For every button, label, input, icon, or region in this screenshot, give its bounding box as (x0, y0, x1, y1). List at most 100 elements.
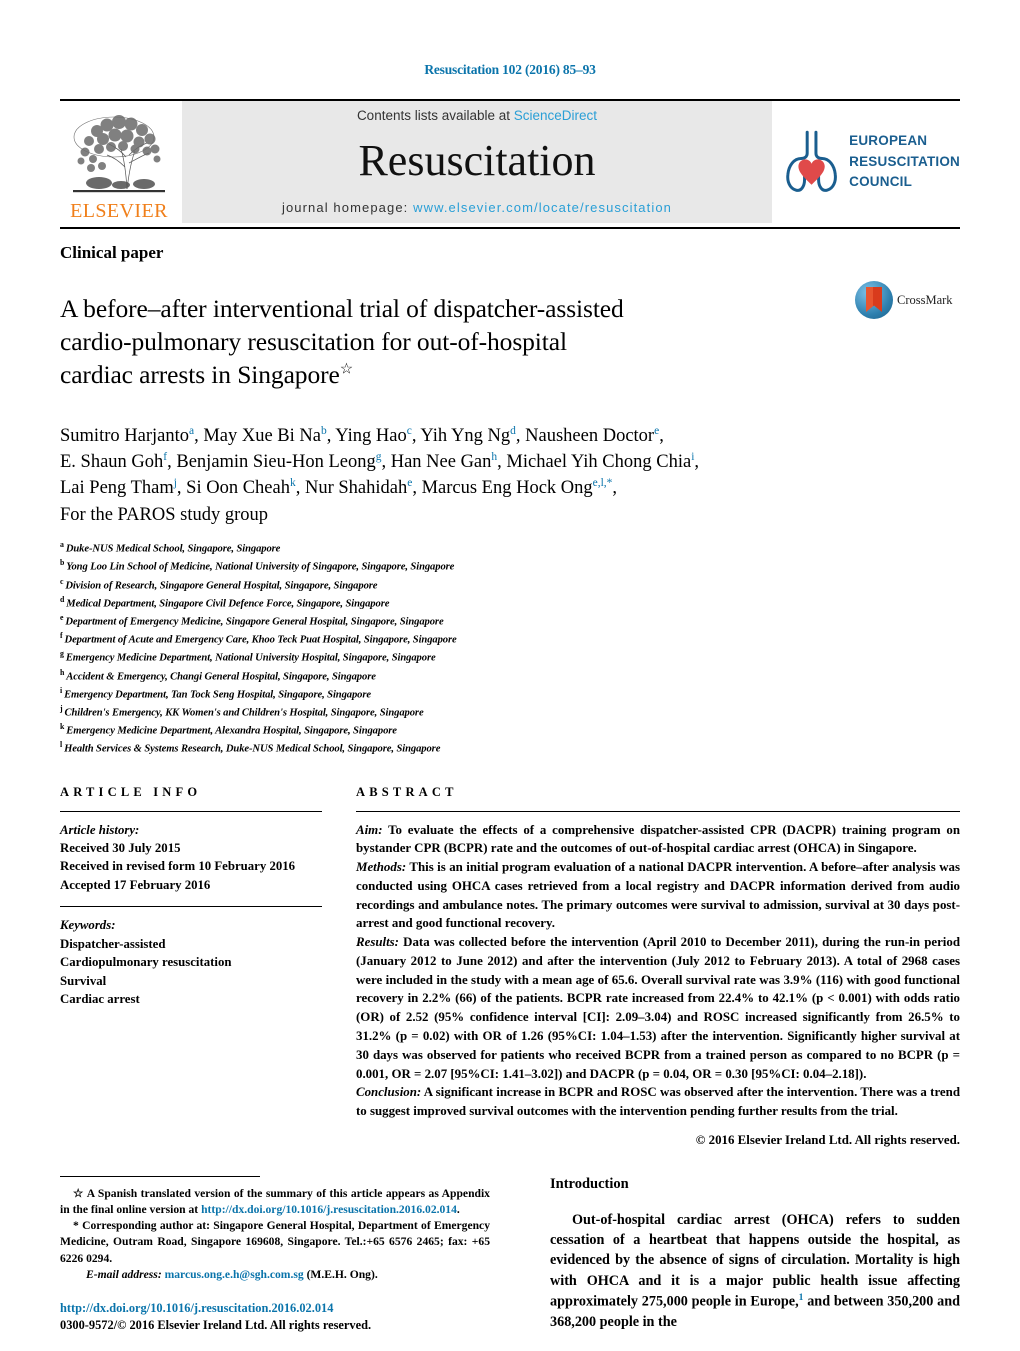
footnote-star-symbol: ☆ (73, 1186, 84, 1200)
title-footnote-star[interactable]: ☆ (340, 362, 353, 378)
affiliation-list: a Duke-NUS Medical School, Singapore, Sin… (60, 539, 960, 757)
keyword-item: Cardiopulmonary resuscitation (60, 955, 232, 970)
footnote-spanish-version: ☆ A Spanish translated version of the su… (60, 1186, 490, 1218)
author-name[interactable]: Han Nee Gan (391, 452, 492, 472)
email-address-link[interactable]: marcus.ong.e.h@sgh.com.sg (165, 1268, 304, 1281)
author-name[interactable]: Marcus Eng Hock Ong (422, 479, 593, 499)
footnote-star-text-2: . (456, 1203, 460, 1217)
issn-copyright-line: 0300-9572/© 2016 Elsevier Ireland Ltd. A… (60, 1318, 372, 1333)
running-head: Resuscitation 102 (2016) 85–93 (424, 62, 596, 77)
journal-masthead: ELSEVIER Contents lists available at Sci… (60, 101, 960, 223)
keyword-item: Dispatcher-assisted (60, 936, 166, 951)
elsevier-wordmark: ELSEVIER (70, 200, 168, 222)
erc-line-3: COUNCIL (849, 174, 913, 190)
article-info-heading: ARTICLE INFO (60, 784, 202, 799)
title-line-1: A before–after interventional trial of d… (60, 294, 624, 324)
author-affil-mark: e (654, 424, 660, 437)
affiliation-item: i Emergency Department, Tan Tock Seng Hos… (60, 685, 960, 703)
erc-logo: EUROPEAN RESUSCITATION COUNCIL (780, 101, 960, 223)
info-abstract-section: ARTICLE INFO Article history: Received 3… (60, 785, 960, 1148)
article-doi-link[interactable]: http://dx.doi.org/10.1016/j.resuscitatio… (60, 1300, 490, 1317)
article-history-label: Article history: (60, 822, 140, 837)
article-info-rule (60, 810, 322, 812)
author-affil-mark: d (510, 424, 516, 437)
affiliation-text: Duke-NUS Medical School, Singapore, Sing… (65, 543, 281, 555)
abstract-aim-label: Aim: (356, 822, 383, 837)
author-affil-mark: e,l,* (592, 477, 613, 490)
footnote-email: E-mail address: marcus.ong.e.h@sgh.com.s… (60, 1267, 490, 1283)
sciencedirect-link[interactable]: ScienceDirect (514, 108, 597, 123)
affiliation-text: Medical Department, Singapore Civil Defe… (66, 598, 390, 610)
abstract-conclusion-label: Conclusion: (356, 1085, 422, 1100)
affiliation-mark: j (60, 703, 63, 713)
affiliation-mark: g (60, 649, 64, 659)
affiliation-mark: k (60, 722, 65, 732)
abstract-conclusion-text: A significant increase in BCPR and ROSC … (356, 1085, 960, 1119)
footnote-appendix-link[interactable]: http://dx.doi.org/10.1016/j.resuscitatio… (201, 1203, 457, 1216)
author-line-3: Lai Peng Thamj, Si Oon Cheahk, Nur Shahi… (60, 477, 618, 499)
affiliation-item: e Department of Emergency Medicine, Singa… (60, 612, 960, 630)
crossmark-icon (855, 281, 893, 319)
author-name[interactable]: Benjamin Sieu-Hon Leong (176, 452, 375, 472)
affiliation-mark: d (60, 594, 65, 604)
abstract-rule (356, 810, 960, 812)
affiliation-item: k Emergency Medicine Department, Alexandr… (60, 721, 960, 739)
affiliation-text: Emergency Department, Tan Tock Seng Hosp… (64, 689, 372, 701)
author-affil-mark: b (320, 424, 327, 437)
affiliation-mark: l (60, 740, 63, 750)
abstract-body: Aim: To evaluate the effects of a compre… (356, 821, 960, 1121)
affiliation-item: g Emergency Medicine Department, National… (60, 648, 960, 666)
crossmark-badge[interactable]: CrossMark (855, 281, 960, 319)
affiliation-text: Children's Emergency, KK Women's and Chi… (64, 707, 424, 719)
page-title: A before–after interventional trial of d… (60, 292, 855, 391)
abstract-methods-text: This is an initial program evaluation of… (356, 860, 960, 931)
author-name[interactable]: E. Shaun Goh (60, 452, 163, 472)
affiliation-item: h Accident & Emergency, Changi General Ho… (60, 667, 960, 685)
footnotes-block: ☆ A Spanish translated version of the su… (60, 1186, 490, 1283)
author-name[interactable]: Nur Shahidah (305, 479, 407, 499)
author-name[interactable]: Ying Hao (335, 426, 406, 446)
author-name[interactable]: Yih Yng Ng (420, 426, 510, 446)
affiliation-item: j Children's Emergency, KK Women's and Ch… (60, 703, 960, 721)
author-line-1: Sumitro Harjantoa, May Xue Bi Nab, Ying … (60, 424, 664, 446)
author-affil-mark: h (491, 451, 498, 463)
journal-homepage-line: journal homepage: www.elsevier.com/locat… (282, 200, 672, 215)
affiliation-item: f Department of Acute and Emergency Care,… (60, 630, 960, 648)
contents-lists-line: Contents lists available at ScienceDirec… (357, 108, 597, 123)
title-row: A before–after interventional trial of d… (60, 275, 960, 409)
email-address-label: E-mail address: (86, 1267, 162, 1281)
affiliation-mark: b (60, 558, 65, 568)
author-name[interactable]: Si Oon Cheah (186, 479, 290, 499)
lungs-heart-icon (786, 130, 837, 192)
email-owner: (M.E.H. Ong). (303, 1267, 378, 1281)
affiliation-item: b Yong Loo Lin School of Medicine, Nation… (60, 557, 960, 575)
author-name[interactable]: Sumitro Harjanto (60, 426, 189, 446)
elsevier-tree-icon (69, 111, 169, 199)
affiliation-mark: f (60, 631, 63, 641)
erc-wordmark: EUROPEAN RESUSCITATION COUNCIL (849, 131, 960, 194)
author-list: Sumitro Harjantoa, May Xue Bi Nab, Ying … (60, 423, 960, 529)
abstract-results-text: Data was collected before the interventi… (356, 935, 960, 1081)
author-name[interactable]: Michael Yih Chong Chia (506, 452, 691, 472)
history-received: Received 30 July 2015 (60, 840, 181, 855)
abstract-heading: ABSTRACT (356, 784, 458, 799)
abstract-results-label: Results: (356, 935, 399, 950)
author-name[interactable]: May Xue Bi Na (203, 426, 321, 446)
journal-article-page: Resuscitation 102 (2016) 85–93 ELSEVIER … (0, 0, 1020, 1351)
history-revised: Received in revised form 10 February 201… (60, 859, 296, 874)
affiliation-text: Accident & Emergency, Changi General Hos… (66, 671, 376, 683)
affiliation-item: d Medical Department, Singapore Civil Def… (60, 594, 960, 612)
contents-prefix: Contents lists available at (356, 108, 514, 123)
crossmark-label: CrossMark (897, 292, 953, 307)
abstract-copyright: © 2016 Elsevier Ireland Ltd. All rights … (695, 1132, 960, 1147)
lower-section: ☆ A Spanish translated version of the su… (60, 1175, 960, 1335)
author-affil-mark: g (375, 451, 382, 463)
author-affil-mark: e (407, 477, 413, 490)
journal-homepage-link[interactable]: www.elsevier.com/locate/resuscitation (413, 200, 672, 215)
author-name[interactable]: Lai Peng Tham (60, 479, 174, 499)
author-affil-mark: i (691, 451, 695, 463)
affiliation-text: Emergency Medicine Department, National … (65, 652, 436, 664)
footnote-corresponding-text: Corresponding author at: Singapore Gener… (60, 1219, 490, 1265)
author-name[interactable]: Nausheen Doctor (525, 426, 654, 446)
affiliation-text: Division of Research, Singapore General … (65, 580, 378, 592)
